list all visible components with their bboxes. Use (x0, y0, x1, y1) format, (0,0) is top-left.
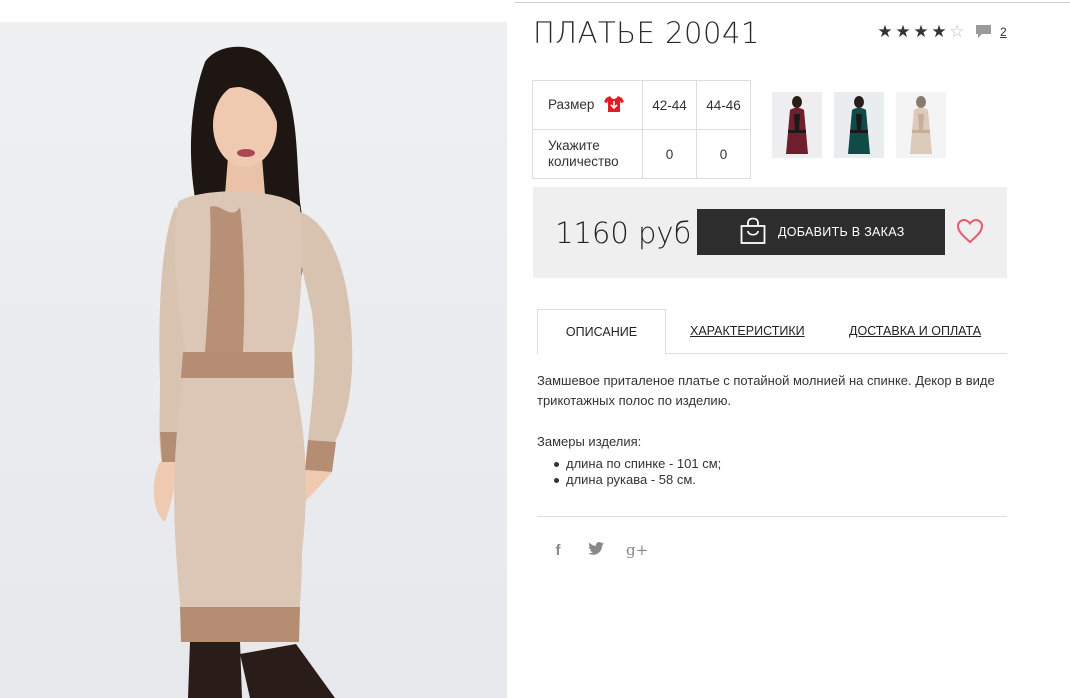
social-share: f g+ (550, 541, 649, 559)
divider (537, 516, 1007, 517)
size-label-cell: Размер (532, 80, 643, 130)
product-tabs: ОПИСАНИЕ ХАРАКТЕРИСТИКИ ДОСТАВКА И ОПЛАТ… (537, 309, 1007, 355)
thumbnail-green[interactable] (834, 92, 884, 158)
top-divider (515, 2, 1070, 3)
size-table: Размер 42-44 44-46 Укажите количество 0 … (532, 80, 751, 179)
thumbnail-beige[interactable] (896, 92, 946, 158)
size-option[interactable]: 44-46 (696, 80, 751, 130)
quantity-input[interactable]: 0 (642, 129, 697, 179)
measures-title: Замеры изделия: (537, 434, 642, 449)
star-filled-icon[interactable]: ★ (894, 22, 912, 42)
product-photo[interactable] (0, 22, 507, 698)
twitter-icon[interactable] (588, 541, 604, 559)
facebook-icon[interactable]: f (550, 542, 566, 559)
size-chart-icon[interactable] (604, 95, 625, 116)
tab-characteristics[interactable]: ХАРАКТЕРИСТИКИ (690, 309, 805, 354)
quantity-row: Укажите количество 0 0 (532, 129, 751, 179)
size-option[interactable]: 42-44 (642, 80, 697, 130)
quantity-label-line2: количество (548, 154, 619, 169)
star-filled-icon[interactable]: ★ (930, 22, 948, 42)
size-row: Размер 42-44 44-46 (532, 80, 751, 130)
add-to-order-button[interactable]: ДОБАВИТЬ В ЗАКАЗ (697, 209, 945, 255)
quantity-label-cell: Укажите количество (532, 129, 643, 179)
list-item: длина рукава - 58 см. (553, 472, 721, 488)
heart-icon[interactable] (956, 218, 984, 249)
size-label: Размер (548, 96, 595, 112)
product-title: ПЛАТЬЕ 20041 (533, 16, 760, 50)
product-description: Замшевое приталеное платье с потайной мо… (537, 373, 995, 408)
list-item: длина по спинке - 101 см; (553, 456, 721, 472)
star-filled-icon[interactable]: ★ (876, 22, 894, 42)
quantity-input[interactable]: 0 (696, 129, 751, 179)
thumbnail-burgundy[interactable] (772, 92, 822, 158)
add-to-order-label: ДОБАВИТЬ В ЗАКАЗ (778, 225, 905, 239)
comment-icon (975, 24, 992, 39)
googleplus-icon[interactable]: g+ (626, 541, 648, 559)
shopping-bag-icon (740, 217, 766, 248)
tab-description[interactable]: ОПИСАНИЕ (537, 309, 666, 355)
purchase-panel: 1160 руб ДОБАВИТЬ В ЗАКАЗ (533, 187, 1007, 278)
model-illustration (153, 46, 353, 698)
quantity-label-line1: Укажите (548, 138, 600, 153)
product-price: 1160 руб (555, 216, 692, 250)
star-filled-icon[interactable]: ★ (912, 22, 930, 42)
tab-delivery-payment[interactable]: ДОСТАВКА И ОПЛАТА (849, 309, 981, 354)
measures-list: длина по спинке - 101 см; длина рукава -… (553, 456, 721, 488)
product-rating[interactable]: ★ ★ ★ ★ ☆ (876, 22, 966, 42)
star-empty-icon[interactable]: ☆ (948, 22, 966, 42)
comments-count[interactable]: 2 (1000, 25, 1007, 39)
comments-link[interactable]: 2 (975, 24, 1007, 39)
